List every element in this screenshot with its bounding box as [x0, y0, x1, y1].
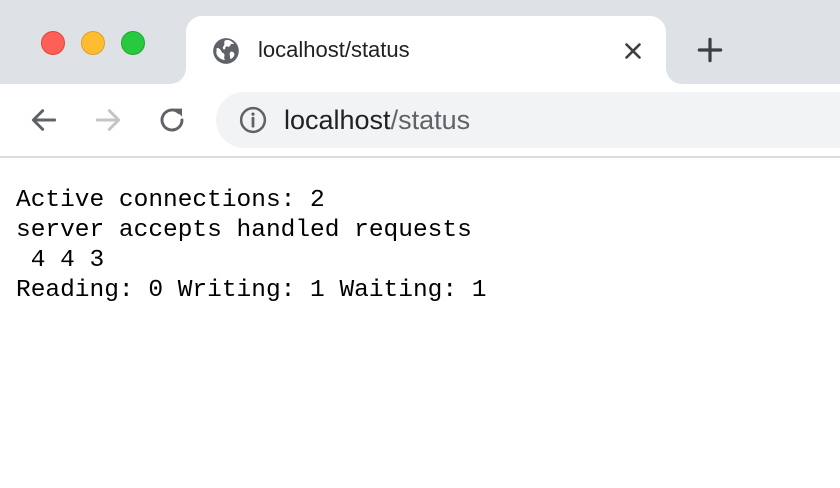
url-text[interactable]: localhost/status	[284, 104, 470, 136]
address-bar[interactable]: localhost/status	[216, 92, 840, 148]
back-arrow-icon[interactable]	[28, 104, 60, 136]
page-content: Active connections: 2 server accepts han…	[16, 186, 486, 306]
toolbar: localhost/status	[0, 84, 840, 158]
info-icon[interactable]	[238, 105, 268, 135]
tab-title: localhost/status	[258, 37, 410, 62]
plus-icon[interactable]	[694, 34, 726, 66]
url-host: localhost	[284, 105, 391, 135]
reload-icon[interactable]	[156, 104, 188, 136]
url-path: /status	[390, 105, 471, 135]
close-icon[interactable]	[620, 38, 646, 64]
status-line-header: server accepts handled requests	[16, 217, 472, 244]
window-minimize-button[interactable]	[81, 31, 105, 55]
browser-window: localhost/status localhost/status Active…	[0, 0, 840, 488]
tab-strip: localhost/status	[0, 0, 840, 84]
status-line-connections: Active connections: 2	[16, 187, 325, 214]
globe-icon	[213, 38, 239, 64]
tab-active[interactable]: localhost/status	[186, 16, 666, 84]
window-close-button[interactable]	[41, 31, 65, 55]
status-line-counts: 4 4 3	[16, 247, 105, 274]
window-zoom-button[interactable]	[121, 31, 145, 55]
forward-arrow-icon[interactable]	[92, 104, 124, 136]
status-line-states: Reading: 0 Writing: 1 Waiting: 1	[16, 277, 487, 304]
